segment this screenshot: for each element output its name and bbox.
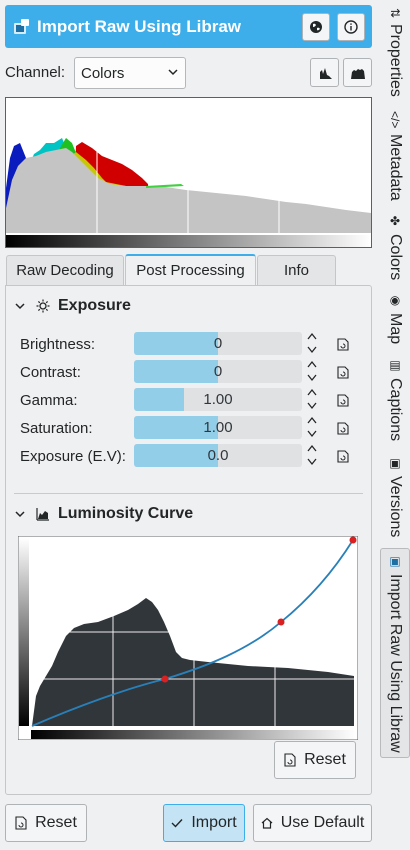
sidebar-tab-label: Versions xyxy=(387,476,404,538)
brightness-reset-icon[interactable] xyxy=(337,338,349,351)
use-default-button[interactable]: Use Default xyxy=(253,804,372,842)
gamma-spin-icon[interactable] xyxy=(306,387,318,411)
tab-label: Raw Decoding xyxy=(16,262,114,279)
gamma-slider[interactable]: 1.00 xyxy=(134,388,302,411)
chevron-down-icon xyxy=(15,303,25,310)
contrast-spin-icon[interactable] xyxy=(306,359,318,383)
use-default-label: Use Default xyxy=(280,814,365,831)
tab-label: Post Processing xyxy=(136,262,245,279)
sidebar-tab-properties[interactable]: ⇅ Properties xyxy=(380,2,410,102)
sidebar-tab-label: Metadata xyxy=(387,134,404,202)
contrast-slider[interactable]: 0 xyxy=(134,360,302,383)
import-button[interactable]: Import xyxy=(163,804,245,842)
log-scale-button[interactable] xyxy=(343,58,372,87)
sidebar-tab-label: Properties xyxy=(387,23,404,97)
contrast-value: 0 xyxy=(213,363,223,380)
code-icon: </> xyxy=(388,110,402,129)
histogram-viewer[interactable] xyxy=(5,97,372,248)
linear-scale-button[interactable] xyxy=(310,58,339,87)
chevron-down-icon xyxy=(168,69,178,76)
gamma-value: 1.00 xyxy=(203,391,233,408)
curve-title: Luminosity Curve xyxy=(58,505,194,522)
contrast-reset-icon[interactable] xyxy=(337,366,349,379)
home-icon xyxy=(261,817,273,829)
properties-icon: ⇅ xyxy=(388,7,402,18)
sidebar-tab-versions[interactable]: ▣ Versions xyxy=(380,452,410,542)
exposure-title: Exposure xyxy=(58,297,131,314)
camera-raw-icon: ▣ xyxy=(388,553,402,568)
channel-select[interactable]: Colors xyxy=(74,57,186,89)
section-divider xyxy=(14,493,363,494)
sidebar-tab-colors[interactable]: ✤ Colors xyxy=(380,208,410,286)
sidebar-tab-label: Import Raw Using Libraw xyxy=(387,573,404,753)
about-button[interactable] xyxy=(337,12,365,41)
curve-reset-label: Reset xyxy=(304,751,346,768)
luminosity-curve-editor[interactable] xyxy=(17,535,359,741)
reset-button[interactable]: Reset xyxy=(5,804,87,842)
colors-icon: ✤ xyxy=(388,213,402,228)
curve-reset-button[interactable]: Reset xyxy=(274,741,356,779)
info-icon xyxy=(344,19,358,34)
captions-icon: ▤ xyxy=(388,358,402,373)
brightness-slider[interactable]: 0 xyxy=(134,332,302,355)
saturation-reset-icon[interactable] xyxy=(337,422,349,435)
histogram-graph xyxy=(6,98,371,247)
brightness-label: Brightness: xyxy=(20,336,96,353)
sidebar-tab-import-raw[interactable]: ▣ Import Raw Using Libraw xyxy=(380,548,410,758)
saturation-spin-icon[interactable] xyxy=(306,415,318,439)
sidebar-tab-label: Colors xyxy=(387,233,404,281)
channel-value: Colors xyxy=(81,64,125,82)
log-scale-icon xyxy=(350,68,365,79)
tab-raw-decoding[interactable]: Raw Decoding xyxy=(6,255,124,285)
channel-label: Channel: xyxy=(5,64,66,81)
gamma-reset-icon[interactable] xyxy=(337,394,349,407)
exposure-ev-reset-icon[interactable] xyxy=(337,450,349,463)
exposure-ev-spin-icon[interactable] xyxy=(306,443,318,467)
exposure-ev-slider[interactable]: 0.0 xyxy=(134,444,302,467)
camera-raw-icon xyxy=(14,18,29,34)
contrast-label: Contrast: xyxy=(20,364,81,381)
globe-icon: ◉ xyxy=(388,293,402,308)
brightness-spin-icon[interactable] xyxy=(306,331,318,355)
sidebar-tab-label: Captions xyxy=(387,378,404,442)
saturation-label: Saturation: xyxy=(20,420,93,437)
tool-header: Import Raw Using Libraw xyxy=(5,5,372,48)
chevron-down-icon xyxy=(15,511,25,518)
curve-section-header[interactable]: Luminosity Curve xyxy=(14,505,193,523)
reset-icon xyxy=(15,816,27,830)
checkmark-icon xyxy=(171,819,183,828)
tab-post-processing[interactable]: Post Processing xyxy=(125,254,256,285)
globe-icon xyxy=(310,20,322,33)
tab-label: Info xyxy=(283,262,310,279)
sidebar-tab-bar: ⇅ Properties </> Metadata ✤ Colors ◉ Map… xyxy=(380,0,410,850)
sun-icon xyxy=(36,299,50,313)
website-button[interactable] xyxy=(302,12,330,41)
sidebar-tab-map[interactable]: ◉ Map xyxy=(380,290,410,348)
exposure-ev-label: Exposure (E.V): xyxy=(20,448,126,465)
reset-icon xyxy=(284,753,296,767)
tool-title: Import Raw Using Libraw xyxy=(37,16,242,36)
curve-icon xyxy=(36,508,49,521)
versions-icon: ▣ xyxy=(388,456,402,471)
exposure-ev-value: 0.0 xyxy=(207,447,229,464)
import-label: Import xyxy=(191,814,237,831)
reset-label: Reset xyxy=(35,814,77,831)
brightness-value: 0 xyxy=(213,335,223,352)
linear-scale-icon xyxy=(317,67,332,79)
sidebar-tab-label: Map xyxy=(387,313,404,345)
saturation-slider[interactable]: 1.00 xyxy=(134,416,302,439)
curve-graph xyxy=(17,535,359,741)
gamma-label: Gamma: xyxy=(20,392,78,409)
sidebar-tab-metadata[interactable]: </> Metadata xyxy=(380,108,410,204)
tab-info[interactable]: Info xyxy=(257,255,336,285)
saturation-value: 1.00 xyxy=(203,419,233,436)
exposure-section-header[interactable]: Exposure xyxy=(14,297,131,315)
sidebar-tab-captions[interactable]: ▤ Captions xyxy=(380,354,410,446)
